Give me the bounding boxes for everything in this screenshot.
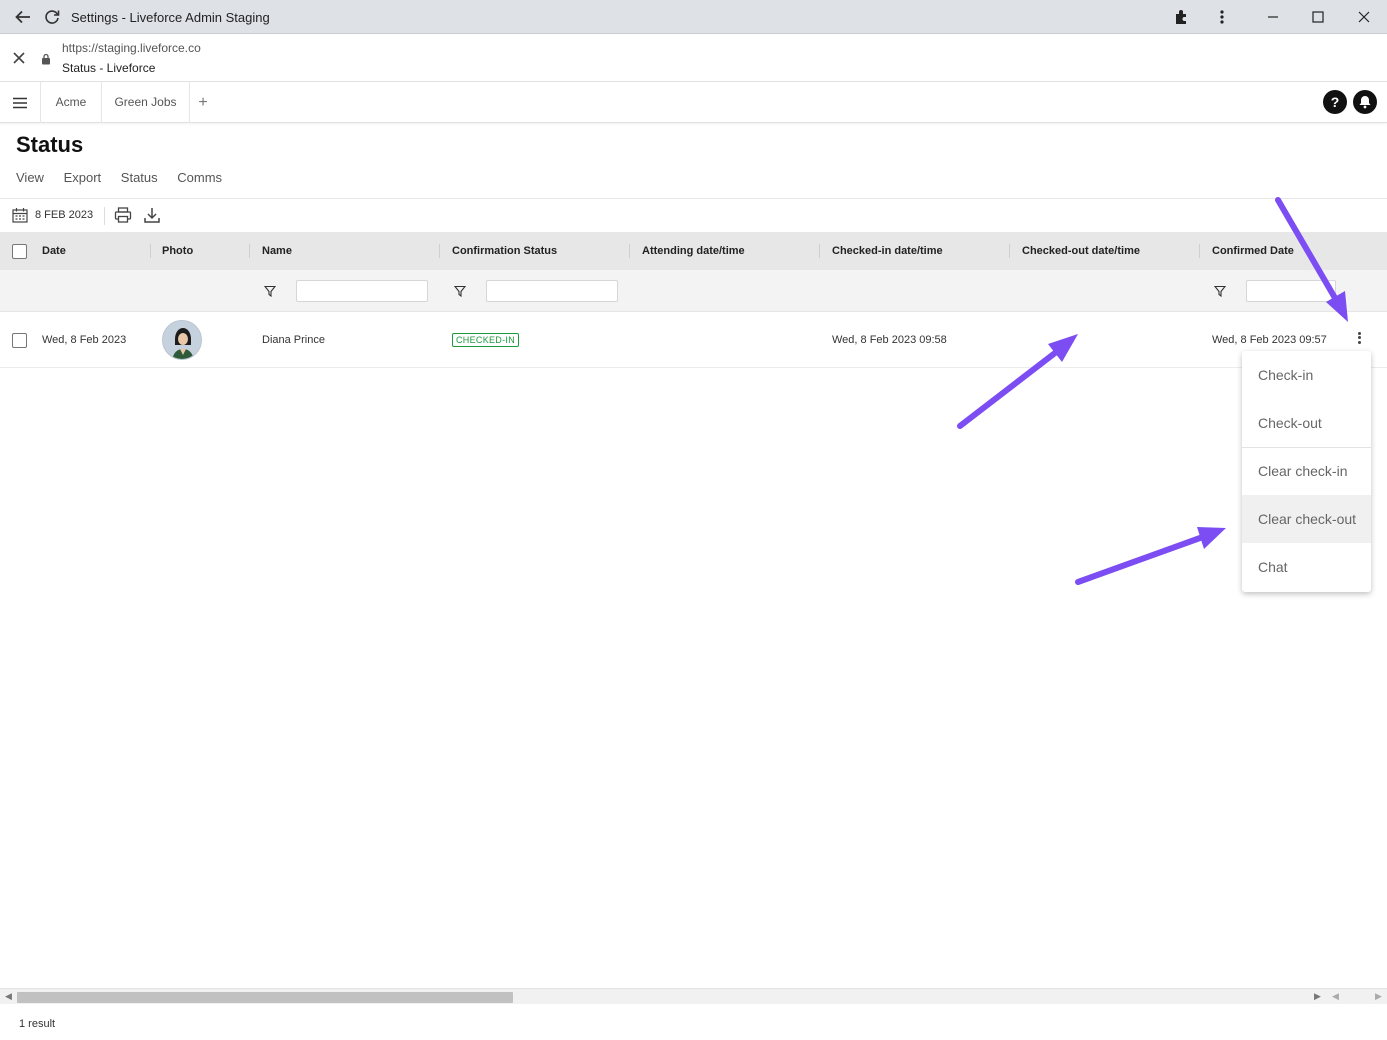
toolbar-separator: [104, 207, 105, 225]
extensions-puzzle-icon[interactable]: [1173, 8, 1191, 26]
help-button[interactable]: ?: [1323, 90, 1347, 114]
window-title: Settings - Liveforce Admin Staging: [71, 10, 270, 25]
status-filter-input[interactable]: [486, 280, 618, 302]
cell-checked-in: Wed, 8 Feb 2023 09:58: [832, 334, 947, 346]
subnav-export[interactable]: Export: [64, 170, 102, 185]
table-row[interactable]: Wed, 8 Feb 2023 Diana Prince CHECKED-IN …: [0, 312, 1387, 368]
row-checkbox[interactable]: [12, 333, 27, 348]
minimize-icon[interactable]: [1264, 8, 1282, 26]
filter-icon[interactable]: [263, 284, 277, 298]
hamburger-menu-icon[interactable]: [12, 96, 28, 109]
url-text[interactable]: https://staging.liveforce.co: [62, 41, 201, 55]
add-tab-button[interactable]: +: [194, 82, 212, 123]
filter-icon[interactable]: [453, 284, 467, 298]
status-badge: CHECKED-IN: [452, 333, 520, 347]
scroll-right-arrow-icon[interactable]: ▶: [1375, 991, 1382, 1002]
menu-item-check-out[interactable]: Check-out: [1242, 399, 1371, 447]
column-header-photo[interactable]: Photo: [162, 232, 193, 270]
filter-icon[interactable]: [1213, 284, 1227, 298]
menu-item-check-in[interactable]: Check-in: [1242, 351, 1371, 399]
column-header-checked-out[interactable]: Checked-out date/time: [1022, 232, 1140, 270]
column-header-confirmed-date[interactable]: Confirmed Date: [1212, 232, 1294, 270]
column-separator: [629, 244, 630, 258]
selected-date[interactable]: 8 FEB 2023: [35, 209, 93, 221]
page-name-text: Status - Liveforce: [62, 61, 156, 75]
print-icon[interactable]: [114, 206, 132, 224]
maximize-icon[interactable]: [1309, 8, 1327, 26]
scroll-left-arrow-icon[interactable]: ◀: [1332, 991, 1339, 1002]
subnav-comms[interactable]: Comms: [177, 170, 222, 185]
name-filter-input[interactable]: [296, 280, 428, 302]
bell-icon: [1359, 96, 1371, 109]
tab-green-jobs[interactable]: Green Jobs: [102, 82, 190, 123]
download-icon[interactable]: [143, 206, 161, 224]
column-header-checked-in[interactable]: Checked-in date/time: [832, 232, 943, 270]
result-count: 1 result: [19, 1018, 56, 1030]
more-vertical-icon[interactable]: [1213, 8, 1231, 26]
notifications-button[interactable]: [1353, 90, 1377, 114]
menu-item-chat[interactable]: Chat: [1242, 543, 1371, 591]
header-divider: [0, 198, 1387, 199]
column-header-attending[interactable]: Attending date/time: [642, 232, 745, 270]
column-separator: [249, 244, 250, 258]
address-bar: https://staging.liveforce.co Status - Li…: [0, 34, 1387, 82]
calendar-icon[interactable]: [12, 207, 28, 223]
browser-title-bar: Settings - Liveforce Admin Staging: [0, 0, 1387, 34]
cell-date: Wed, 8 Feb 2023: [42, 334, 127, 346]
cell-name[interactable]: Diana Prince: [262, 312, 325, 368]
avatar: [162, 320, 202, 360]
filter-row: [0, 270, 1387, 312]
row-actions-menu: Check-in Check-out Clear check-in Clear …: [1242, 351, 1371, 592]
column-separator: [150, 244, 151, 258]
column-separator: [1009, 244, 1010, 258]
column-header-date[interactable]: Date: [42, 232, 66, 270]
row-actions-button[interactable]: [1352, 330, 1366, 350]
close-window-icon[interactable]: [1355, 8, 1373, 26]
column-header-name[interactable]: Name: [262, 232, 292, 270]
table-header: Date Photo Name Confirmation Status Atte…: [0, 232, 1387, 270]
close-icon[interactable]: [12, 51, 26, 65]
column-separator: [1199, 244, 1200, 258]
scrollbar-thumb[interactable]: [17, 992, 513, 1003]
page-title: Status: [16, 132, 84, 157]
annotation-arrows: [957, 197, 1348, 585]
sub-navigation: View Export Status Comms: [16, 170, 238, 185]
tab-acme[interactable]: Acme: [40, 82, 102, 123]
app-tab-bar: Acme Green Jobs +: [0, 82, 1387, 123]
menu-item-clear-check-in[interactable]: Clear check-in: [1242, 447, 1371, 495]
subnav-view[interactable]: View: [16, 170, 44, 185]
column-header-confirmation-status[interactable]: Confirmation Status: [452, 232, 557, 270]
column-separator: [819, 244, 820, 258]
back-arrow-icon[interactable]: [14, 8, 32, 26]
confirmed-date-filter-input[interactable]: [1246, 280, 1336, 302]
scroll-right-arrow-icon[interactable]: ▶: [1314, 991, 1321, 1002]
menu-item-clear-check-out[interactable]: Clear check-out: [1242, 495, 1371, 543]
column-separator: [439, 244, 440, 258]
annotation-arrow-shaft: [1075, 535, 1203, 585]
scroll-left-arrow-icon[interactable]: ◀: [5, 991, 12, 1002]
annotation-arrow-head: [1197, 527, 1226, 549]
horizontal-scrollbar[interactable]: ◀ ▶ ◀ ▶: [0, 988, 1387, 1004]
reload-icon[interactable]: [43, 8, 61, 26]
subnav-status[interactable]: Status: [121, 170, 158, 185]
lock-icon: [41, 52, 51, 65]
select-all-checkbox[interactable]: [12, 244, 27, 259]
